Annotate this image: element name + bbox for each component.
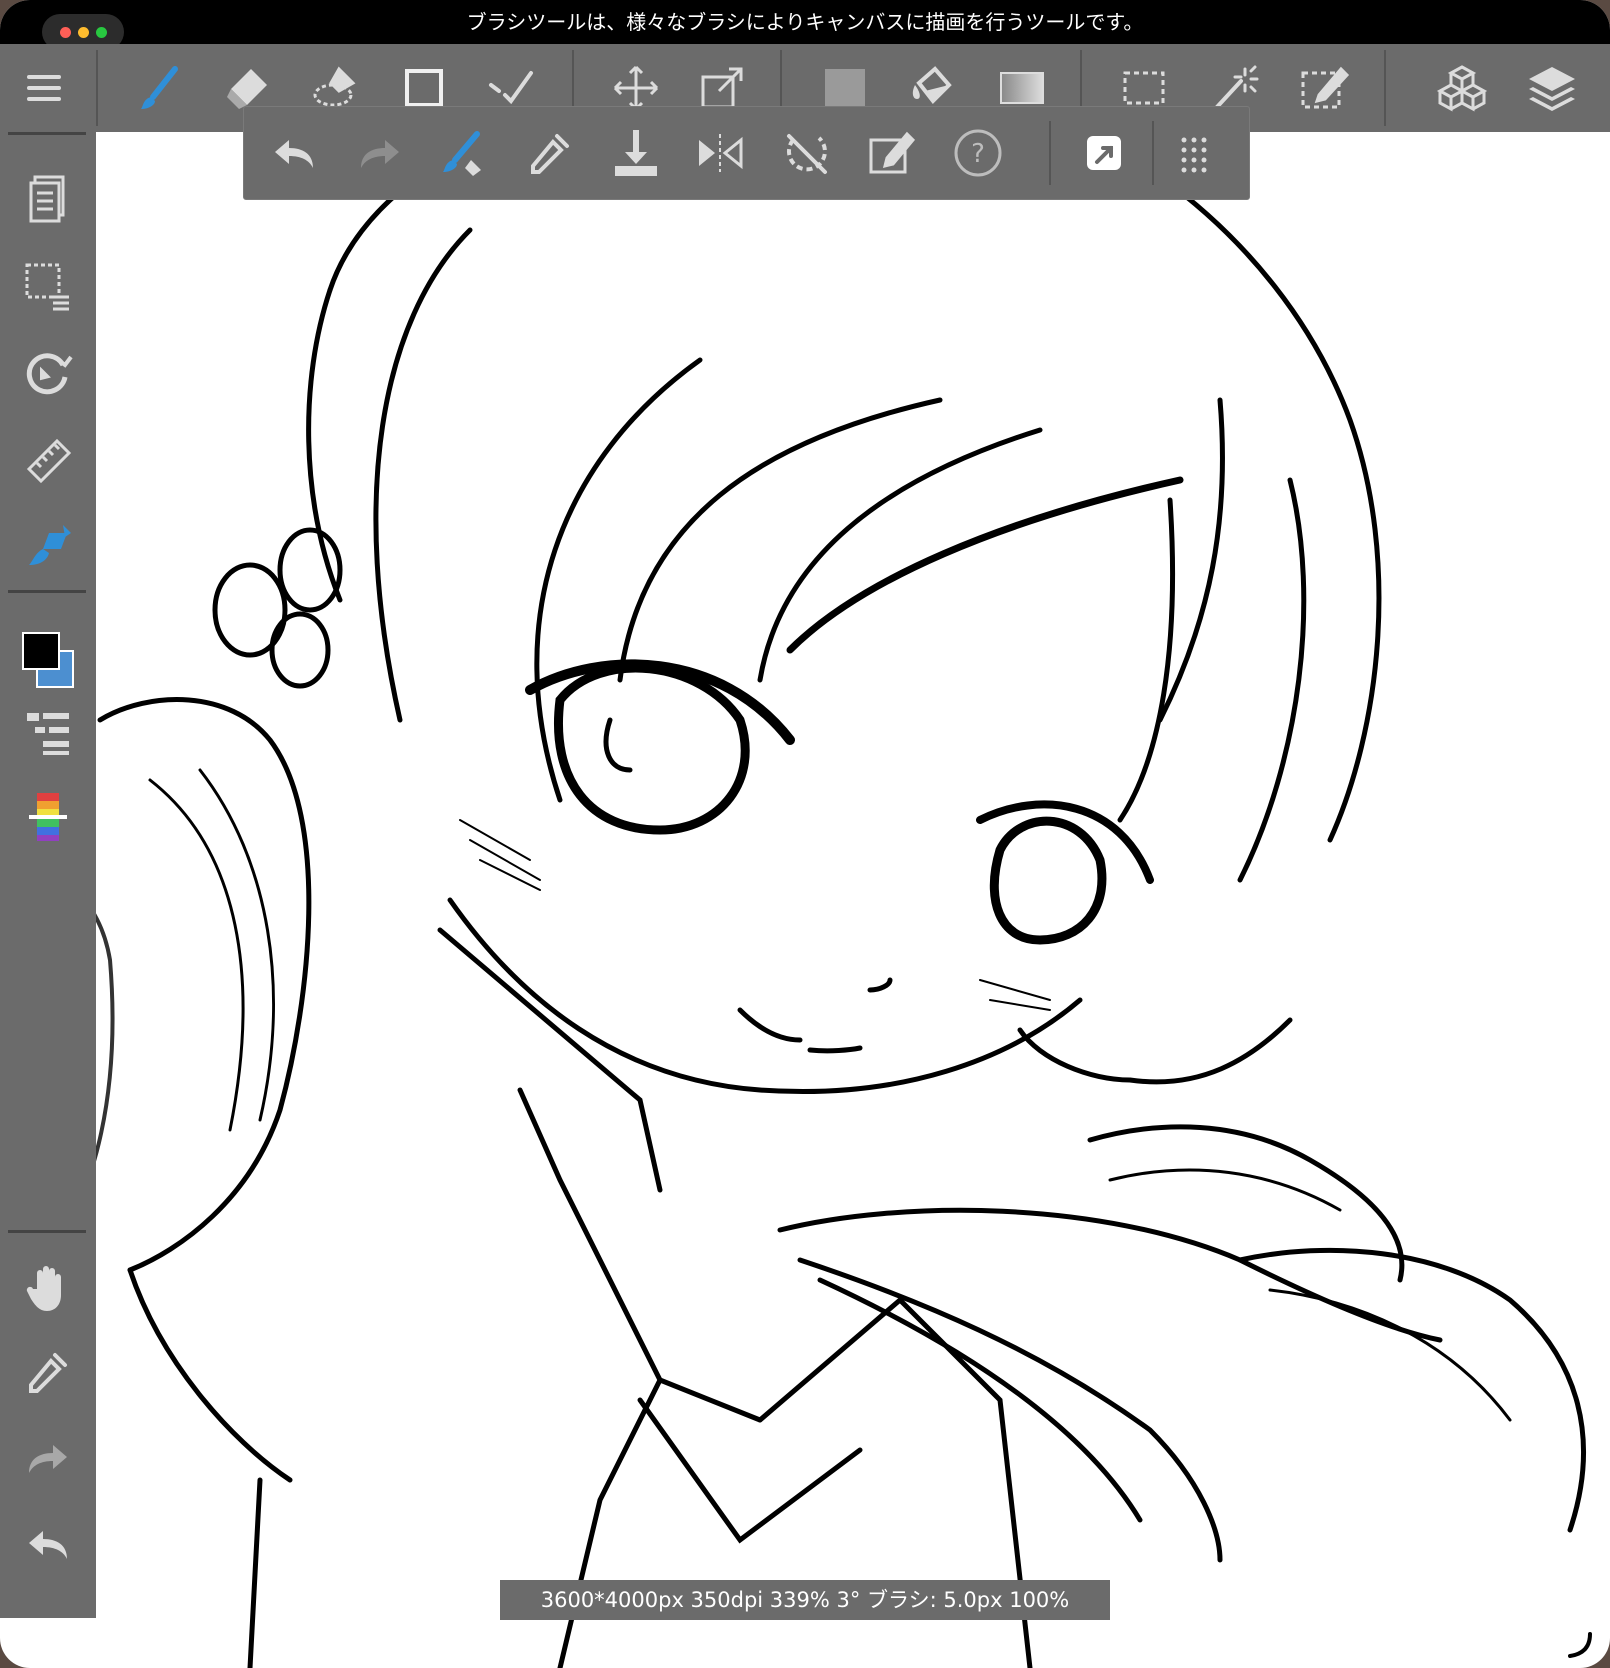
eyedropper-icon[interactable]: [520, 123, 580, 183]
selection-list-icon[interactable]: [16, 254, 80, 318]
window-title: ブラシツールは、様々なブラシによりキャンバスに描画を行うツールです。: [0, 0, 1610, 44]
undo-icon[interactable]: [264, 123, 324, 183]
svg-text:?: ?: [971, 139, 985, 169]
left-sidebar: [0, 132, 96, 1618]
redo-icon[interactable]: [16, 1426, 80, 1490]
drawing-canvas[interactable]: [96, 132, 1610, 1668]
rotate-reset-icon[interactable]: [776, 123, 836, 183]
brush-transform-icon[interactable]: [434, 123, 494, 183]
brush-icon[interactable]: [128, 56, 192, 120]
flip-horizontal-icon[interactable]: [690, 123, 750, 183]
select-pen-icon[interactable]: [1292, 56, 1356, 120]
rotate-canvas-icon[interactable]: [16, 340, 80, 404]
layers-icon[interactable]: [1520, 56, 1584, 120]
grid-dots-icon[interactable]: [1164, 123, 1224, 183]
help-icon[interactable]: ?: [948, 123, 1008, 183]
status-bar: 3600*4000px 350dpi 339% 3° ブラシ: 5.0px 10…: [500, 1580, 1110, 1620]
menu-icon[interactable]: [12, 56, 76, 120]
layer-list-icon[interactable]: [16, 700, 80, 764]
app-window: ブラシツールは、様々なブラシによりキャンバスに描画を行うツールです。 ? 360…: [0, 0, 1610, 1668]
redo-icon[interactable]: [350, 123, 410, 183]
eyedropper-icon[interactable]: [16, 1340, 80, 1404]
foreground-color-swatch[interactable]: [22, 632, 60, 670]
minimize-button[interactable]: [77, 26, 89, 38]
export-icon[interactable]: [1074, 123, 1134, 183]
undo-icon[interactable]: [16, 1512, 80, 1576]
ruler-icon[interactable]: [16, 428, 80, 492]
sub-toolbar: ?: [243, 106, 1250, 200]
hand-icon[interactable]: [16, 1256, 80, 1320]
close-button[interactable]: [59, 26, 71, 38]
save-download-icon[interactable]: [606, 123, 666, 183]
color-palette-icon[interactable]: [16, 784, 80, 848]
resize-handle-icon[interactable]: [1564, 1630, 1594, 1660]
edit-icon[interactable]: [862, 123, 922, 183]
3d-material-icon[interactable]: [1430, 56, 1494, 120]
zoom-button[interactable]: [95, 26, 107, 38]
pages-icon[interactable]: [16, 166, 80, 230]
brush-settings-icon[interactable]: [16, 514, 80, 578]
